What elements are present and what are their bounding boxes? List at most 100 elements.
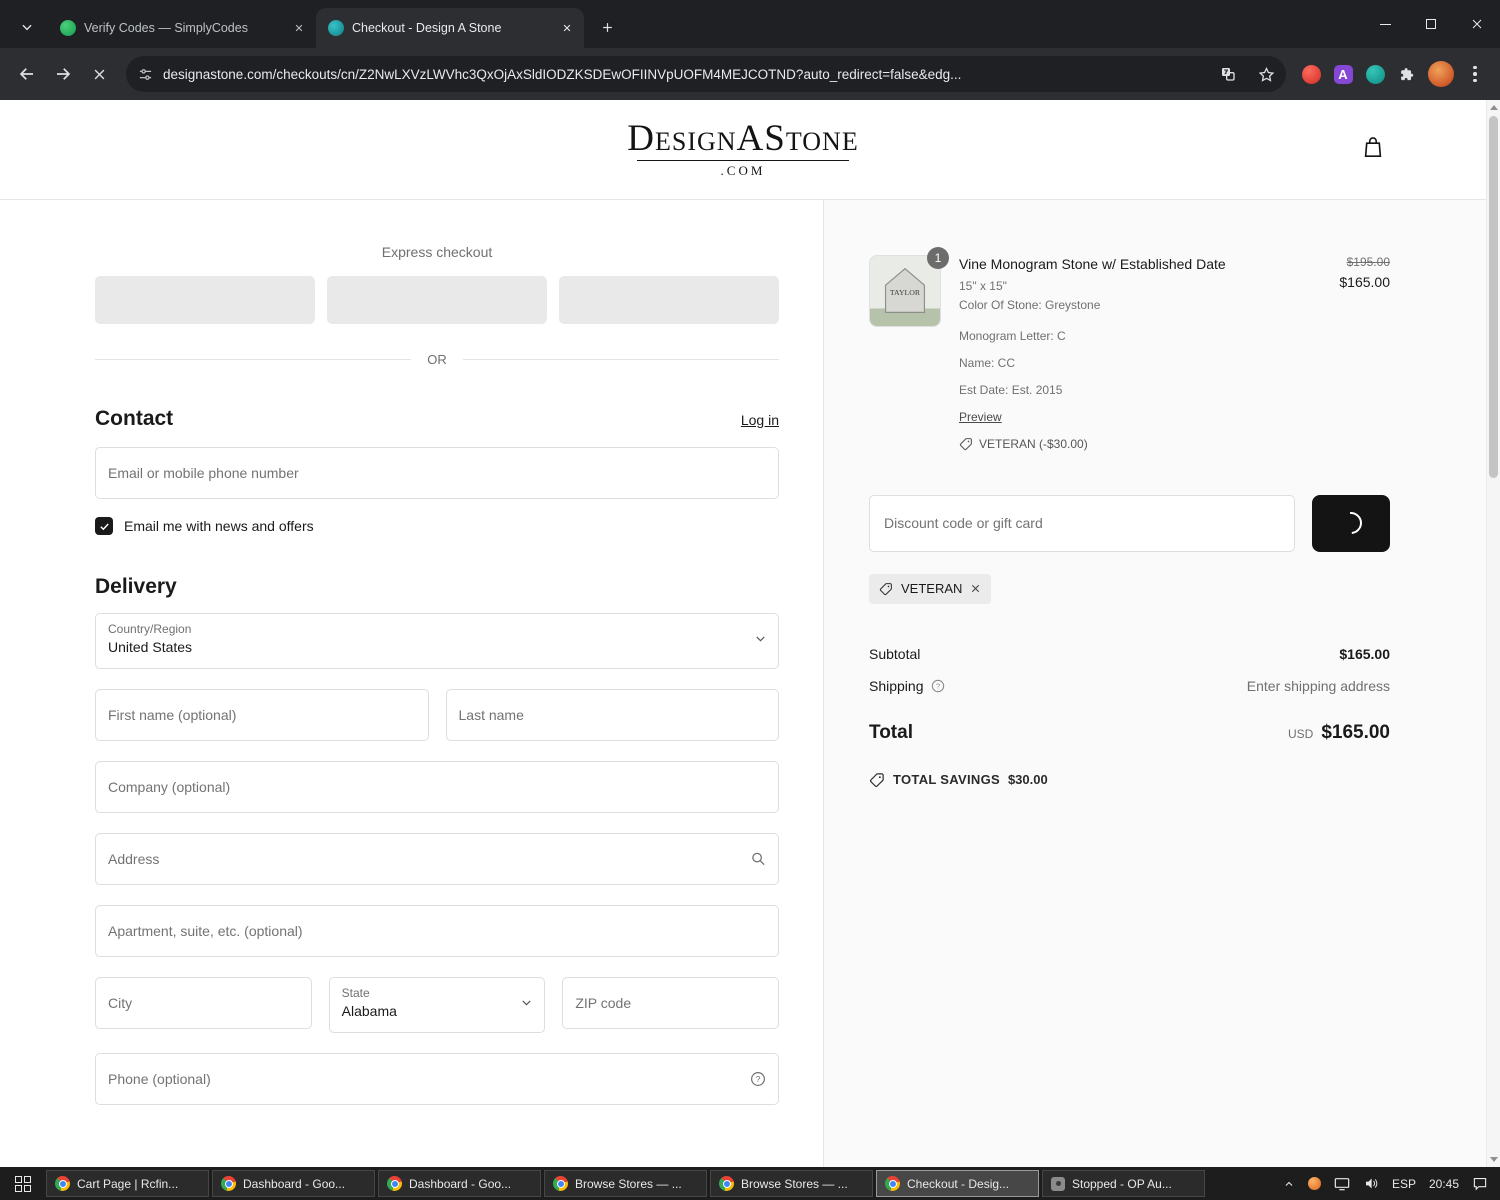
cart-bag-icon[interactable]: [1360, 134, 1386, 165]
subtotal-label: Subtotal: [869, 645, 921, 662]
scroll-up-icon[interactable]: [1487, 100, 1500, 115]
product-option-name: Name: CC: [959, 355, 1016, 370]
apply-discount-button[interactable]: [1312, 494, 1390, 552]
close-window-button[interactable]: [1454, 0, 1500, 48]
back-button[interactable]: [10, 57, 44, 91]
start-grid-icon: [15, 1175, 31, 1192]
stop-x-icon: [94, 69, 104, 79]
loading-spinner-icon: [1335, 507, 1367, 539]
simplycodes-favicon: [60, 20, 76, 36]
express-button-skeleton[interactable]: [95, 276, 315, 324]
forward-button[interactable]: [46, 57, 80, 91]
tab-checkout[interactable]: Checkout - Design A Stone: [316, 8, 584, 48]
taskbar-item-browse-stores-2[interactable]: Browse Stores — ...: [710, 1170, 873, 1197]
product-title: Vine Monogram Stone w/ Established Date: [959, 256, 1226, 272]
newsletter-label: Email me with news and offers: [124, 518, 314, 534]
network-display-icon[interactable]: [1334, 1177, 1350, 1191]
tray-app-icon[interactable]: [1307, 1177, 1321, 1190]
minimize-icon: [1379, 23, 1391, 25]
discount-note: VETERAN (-$30.00): [979, 436, 1088, 451]
bookmark-star-icon[interactable]: [1252, 60, 1280, 88]
maximize-icon: [1426, 19, 1436, 29]
tag-icon: [959, 437, 972, 450]
taskbar-item-checkout[interactable]: Checkout - Desig...: [876, 1170, 1039, 1197]
express-checkout-buttons: [95, 276, 779, 324]
help-icon[interactable]: ?: [930, 678, 946, 694]
taskbar-item-dashboard-2[interactable]: Dashboard - Goo...: [378, 1170, 541, 1197]
chevron-down-icon: [519, 995, 534, 1015]
tab-strip: Verify Codes — SimplyCodes Checkout - De…: [0, 0, 1500, 48]
app-icon: [1051, 1176, 1065, 1191]
total-value: $165.00: [1321, 721, 1390, 743]
maximize-button[interactable]: [1408, 0, 1454, 48]
total-label: Total: [869, 721, 913, 743]
express-button-skeleton[interactable]: [559, 276, 779, 324]
express-checkout-label: Express checkout: [381, 244, 493, 260]
address-bar[interactable]: designastone.com/checkouts/cn/Z2NwLXVzLW…: [126, 56, 1286, 92]
taskbar-item-cart-page[interactable]: Cart Page | Rcfin...: [46, 1170, 209, 1197]
newsletter-checkbox-row[interactable]: Email me with news and offers: [95, 517, 779, 535]
taskbar-item-browse-stores-1[interactable]: Browse Stores — ...: [544, 1170, 707, 1197]
keyboard-language[interactable]: ESP: [1392, 1177, 1416, 1191]
checkout-form-column: Express checkout OR Contact Log in Email…: [0, 200, 823, 1167]
new-tab-button[interactable]: [592, 12, 622, 42]
express-button-skeleton[interactable]: [327, 276, 547, 324]
address-field[interactable]: [95, 833, 779, 885]
state-select[interactable]: State Alabama: [328, 977, 546, 1033]
extension-blocker-icon[interactable]: [1296, 59, 1326, 89]
company-field[interactable]: [95, 761, 779, 813]
login-link[interactable]: Log in: [741, 412, 779, 428]
scrollbar-thumb[interactable]: [1489, 116, 1498, 478]
arrow-left-icon: [19, 68, 33, 80]
city-field[interactable]: [95, 977, 312, 1029]
tag-icon: [879, 582, 892, 595]
last-name-field[interactable]: [445, 689, 779, 741]
plus-icon: [602, 22, 612, 32]
action-center-icon[interactable]: [1472, 1176, 1488, 1191]
zip-field[interactable]: [562, 977, 779, 1029]
minimize-button[interactable]: [1362, 0, 1408, 48]
state-value: Alabama: [341, 1003, 397, 1020]
taskbar-item-dashboard-1[interactable]: Dashboard - Goo...: [212, 1170, 375, 1197]
apartment-field[interactable]: [95, 905, 779, 957]
logo-wordmark: DesignAStone: [627, 118, 859, 159]
extension-a-icon[interactable]: A: [1328, 59, 1358, 89]
close-icon: [1472, 19, 1482, 29]
clock[interactable]: 20:45: [1429, 1177, 1459, 1191]
stop-button[interactable]: [82, 57, 116, 91]
close-tab-icon[interactable]: [290, 19, 308, 37]
email-field[interactable]: [95, 447, 779, 499]
preview-link[interactable]: Preview: [959, 410, 1002, 424]
phone-field[interactable]: [95, 1053, 779, 1105]
start-button[interactable]: [0, 1167, 46, 1200]
site-logo[interactable]: DesignAStone .COM: [627, 120, 858, 179]
help-icon[interactable]: ?: [749, 1070, 767, 1088]
browser-toolbar: designastone.com/checkouts/cn/Z2NwLXVzLW…: [0, 48, 1500, 100]
volume-icon[interactable]: [1363, 1176, 1379, 1191]
taskbar-item-stopped[interactable]: Stopped - OP Au...: [1042, 1170, 1205, 1197]
site-info-icon[interactable]: [138, 67, 153, 82]
hidden-icons-chevron-icon[interactable]: [1283, 1178, 1295, 1190]
extension-simplycodes-icon[interactable]: [1360, 59, 1390, 89]
discount-code-field[interactable]: [869, 494, 1295, 552]
original-price: $195.00: [1346, 255, 1390, 269]
checkbox-checked-icon[interactable]: [95, 517, 113, 535]
close-tab-icon[interactable]: [558, 19, 576, 37]
tab-search-button[interactable]: [12, 12, 42, 42]
extensions-puzzle-icon[interactable]: [1392, 59, 1422, 89]
profile-avatar[interactable]: [1428, 61, 1454, 87]
first-name-field[interactable]: [95, 689, 429, 741]
page-scrollbar[interactable]: [1486, 100, 1500, 1167]
total-savings-row: TOTAL SAVINGS $30.00: [869, 772, 1390, 788]
remove-discount-icon[interactable]: [970, 583, 981, 594]
tab-simplycodes[interactable]: Verify Codes — SimplyCodes: [48, 8, 316, 48]
current-price: $165.00: [1339, 274, 1390, 290]
scroll-down-icon[interactable]: [1487, 1152, 1500, 1167]
browser-menu-icon[interactable]: [1460, 59, 1490, 89]
svg-text:?: ?: [756, 1075, 761, 1084]
country-select[interactable]: Country/Region United States: [95, 613, 779, 669]
divider-line: [95, 359, 412, 360]
arrow-right-icon: [57, 68, 71, 80]
translate-icon[interactable]: [1214, 60, 1242, 88]
shipping-label: Shipping: [869, 677, 924, 694]
